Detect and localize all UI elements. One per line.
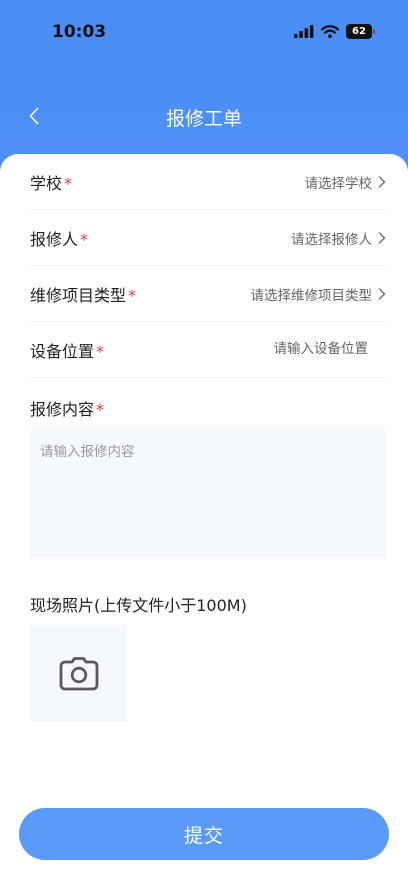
repair-type-select[interactable]: 请选择维修项目类型	[251, 284, 387, 304]
reporter-select[interactable]: 请选择报修人	[291, 228, 386, 248]
school-label: 学校 *	[30, 173, 73, 193]
camera-icon	[59, 656, 98, 690]
content-textarea[interactable]	[30, 428, 386, 558]
reporter-row[interactable]: 报修人 * 请选择报修人	[30, 210, 386, 266]
school-select[interactable]: 请选择学校	[305, 172, 387, 192]
signal-icon	[294, 25, 314, 38]
wifi-icon	[321, 25, 339, 38]
required-mark: *	[80, 229, 89, 249]
status-time: 10:03	[52, 22, 107, 42]
submit-button[interactable]: 提交	[19, 808, 389, 860]
reporter-label: 报修人 *	[30, 229, 89, 249]
nav-bar: 报修工单	[0, 96, 408, 136]
status-bar: 10:03 62	[0, 0, 408, 64]
device-location-label: 设备位置 *	[30, 341, 105, 361]
battery-icon: 62	[346, 24, 375, 39]
device-location-placeholder: 请输入设备位置	[273, 340, 369, 357]
required-mark: *	[96, 341, 105, 361]
repair-type-row[interactable]: 维修项目类型 * 请选择维修项目类型	[30, 266, 386, 322]
device-location-input[interactable]: 请输入设备位置	[274, 337, 387, 357]
school-row[interactable]: 学校 * 请选择学校	[30, 154, 386, 210]
required-mark: *	[96, 400, 105, 419]
chevron-right-icon	[378, 231, 386, 244]
required-mark: *	[64, 173, 73, 193]
repair-type-label: 维修项目类型 *	[30, 285, 137, 305]
status-icons: 62	[294, 24, 375, 39]
photo-upload-button[interactable]	[30, 625, 127, 722]
photo-label: 现场照片(上传文件小于100M)	[30, 596, 247, 615]
repair-type-select-placeholder: 请选择维修项目类型	[250, 287, 373, 304]
required-mark: *	[128, 285, 137, 305]
repair-order-screen: 10:03 62 报修工单 学校 * 请选择学校 报修人 * 请选择报修人 维修…	[0, 0, 408, 883]
device-location-row: 设备位置 * 请输入设备位置	[30, 322, 386, 378]
content-label: 报修内容 *	[30, 400, 105, 419]
school-select-placeholder: 请选择学校	[304, 175, 373, 192]
page-title: 报修工单	[165, 108, 242, 130]
reporter-select-placeholder: 请选择报修人	[291, 231, 372, 248]
form-card: 学校 * 请选择学校 报修人 * 请选择报修人 维修项目类型 * 请选择维修项目类型 …	[0, 154, 408, 883]
chevron-right-icon	[378, 287, 386, 300]
chevron-right-icon	[378, 175, 386, 188]
